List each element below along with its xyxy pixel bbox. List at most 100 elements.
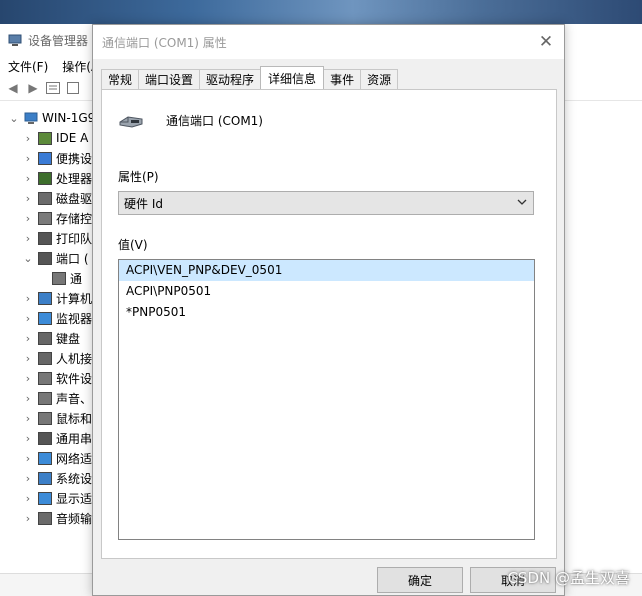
audio-io-icon xyxy=(38,511,52,525)
software-device-icon xyxy=(38,371,52,385)
tree-item[interactable]: › 显示适 xyxy=(0,488,100,508)
toolbar-item-icon[interactable] xyxy=(64,80,82,96)
chevron-right-icon[interactable]: › xyxy=(22,452,34,465)
processor-icon xyxy=(38,171,52,185)
property-select-value: 硬件 Id xyxy=(124,196,163,211)
dialog-title: 通信端口 (COM1) 属性 xyxy=(102,35,227,50)
menu-file[interactable]: 文件(F) xyxy=(8,58,48,75)
tree-item[interactable]: ⌄ 端口 ( xyxy=(0,248,100,268)
chevron-right-icon[interactable]: › xyxy=(22,212,34,225)
chevron-right-icon[interactable]: › xyxy=(22,152,34,165)
tree-item[interactable]: › 打印队 xyxy=(0,228,100,248)
tree-item-label: 键盘 xyxy=(56,331,81,346)
computer-icon xyxy=(38,291,52,305)
tree-item[interactable]: › 处理器 xyxy=(0,168,100,188)
tree-item[interactable]: › 人机接 xyxy=(0,348,100,368)
chevron-right-icon[interactable]: › xyxy=(22,472,34,485)
tree-item[interactable]: › 存储控 xyxy=(0,208,100,228)
tree-item-label: 监视器 xyxy=(56,311,93,326)
tree-item-label: 处理器 xyxy=(56,171,93,186)
tree-item-label: 显示适 xyxy=(56,491,93,506)
tree-item[interactable]: › IDE A xyxy=(0,128,100,148)
tree-item-label: 人机接 xyxy=(56,351,93,366)
chevron-right-icon[interactable]: › xyxy=(22,132,34,145)
chevron-right-icon[interactable]: › xyxy=(22,512,34,525)
chevron-right-icon[interactable]: › xyxy=(22,352,34,365)
value-item[interactable]: *PNP0501 xyxy=(119,302,534,323)
keyboard-icon xyxy=(38,331,52,345)
tab-port-settings[interactable]: 端口设置 xyxy=(138,69,201,89)
tree-item[interactable]: › 键盘 xyxy=(0,328,100,348)
chevron-right-icon[interactable]: › xyxy=(22,332,34,345)
tree-item[interactable]: › 软件设 xyxy=(0,368,100,388)
tree-item[interactable]: › 声音、 xyxy=(0,388,100,408)
tree-item[interactable]: › 监视器 xyxy=(0,308,100,328)
chevron-right-icon[interactable]: › xyxy=(22,292,34,305)
tree-item[interactable]: 通 xyxy=(0,268,100,288)
tree-item[interactable]: › 系统设 xyxy=(0,468,100,488)
chevron-right-icon[interactable]: › xyxy=(22,372,34,385)
value-label: 值(V) xyxy=(118,238,148,252)
chevron-right-icon[interactable]: › xyxy=(22,492,34,505)
network-adapter-icon xyxy=(38,451,52,465)
tree-item[interactable]: › 便携设 xyxy=(0,148,100,168)
properties-view-icon[interactable] xyxy=(44,80,62,96)
forward-arrow-icon[interactable]: ▶ xyxy=(24,80,42,96)
tree-item-label: 磁盘驱 xyxy=(56,191,93,206)
monitor-icon xyxy=(38,311,52,325)
desktop-background xyxy=(0,0,642,24)
chevron-right-icon[interactable]: › xyxy=(22,432,34,445)
chevron-down-icon[interactable]: ⌄ xyxy=(8,112,20,125)
hid-icon xyxy=(38,351,52,365)
display-adapter-icon xyxy=(38,491,52,505)
value-item[interactable]: ACPI\VEN_PNP&DEV_0501 xyxy=(119,260,534,281)
chevron-down-icon[interactable]: ⌄ xyxy=(22,252,34,265)
tree-item-label: 便携设 xyxy=(56,151,93,166)
tab-details[interactable]: 详细信息 xyxy=(260,66,325,89)
system-device-icon xyxy=(38,471,52,485)
tree-item-label: IDE A xyxy=(56,131,89,145)
sound-icon xyxy=(38,391,52,405)
ok-button[interactable]: 确定 xyxy=(377,567,463,593)
tree-item-label: 通用串 xyxy=(56,431,93,446)
chevron-down-icon xyxy=(517,199,527,205)
back-arrow-icon[interactable]: ◀ xyxy=(4,80,22,96)
tab-resources[interactable]: 资源 xyxy=(360,69,399,89)
chevron-right-icon[interactable]: › xyxy=(22,172,34,185)
close-icon[interactable]: ✕ xyxy=(536,32,556,52)
storage-controller-icon xyxy=(38,211,52,225)
device-header: 通信端口 (COM1) xyxy=(118,112,263,129)
tab-events[interactable]: 事件 xyxy=(323,69,362,89)
port-icon xyxy=(38,251,52,265)
tree-root[interactable]: ⌄ WIN-1G9 xyxy=(0,108,100,128)
device-name: 通信端口 (COM1) xyxy=(166,114,263,128)
tree-item-label: 系统设 xyxy=(56,471,93,486)
serial-port-icon xyxy=(52,271,66,285)
property-select[interactable]: 硬件 Id xyxy=(118,191,534,215)
usb-icon xyxy=(38,431,52,445)
tree-item[interactable]: › 通用串 xyxy=(0,428,100,448)
chevron-right-icon[interactable]: › xyxy=(22,312,34,325)
tree-item-label: 通 xyxy=(70,271,83,286)
dialog-titlebar: 通信端口 (COM1) 属性 xyxy=(93,25,564,59)
properties-dialog: 通信端口 (COM1) 属性 ✕ 常规 端口设置 驱动程序 详细信息 事件 资源… xyxy=(92,24,565,596)
serial-port-icon xyxy=(119,115,143,128)
tab-driver[interactable]: 驱动程序 xyxy=(199,69,262,89)
tree-item[interactable]: › 计算机 xyxy=(0,288,100,308)
value-listbox[interactable]: ACPI\VEN_PNP&DEV_0501 ACPI\PNP0501 *PNP0… xyxy=(118,259,535,540)
watermark: CSDN @孟生双喜 xyxy=(507,569,630,587)
tree-item[interactable]: › 音频输 xyxy=(0,508,100,528)
chevron-right-icon[interactable]: › xyxy=(22,412,34,425)
portable-device-icon xyxy=(38,151,52,165)
chevron-right-icon[interactable]: › xyxy=(22,392,34,405)
tree-item-label: 端口 ( xyxy=(56,251,89,266)
value-item[interactable]: ACPI\PNP0501 xyxy=(119,281,534,302)
tree-item[interactable]: › 网络适 xyxy=(0,448,100,468)
tree-item[interactable]: › 磁盘驱 xyxy=(0,188,100,208)
tree-item[interactable]: › 鼠标和 xyxy=(0,408,100,428)
tree-item-label: 鼠标和 xyxy=(56,411,93,426)
chevron-right-icon[interactable]: › xyxy=(22,192,34,205)
chevron-right-icon[interactable]: › xyxy=(22,232,34,245)
tab-strip: 常规 端口设置 驱动程序 详细信息 事件 资源 xyxy=(101,66,399,89)
tab-general[interactable]: 常规 xyxy=(101,69,140,89)
